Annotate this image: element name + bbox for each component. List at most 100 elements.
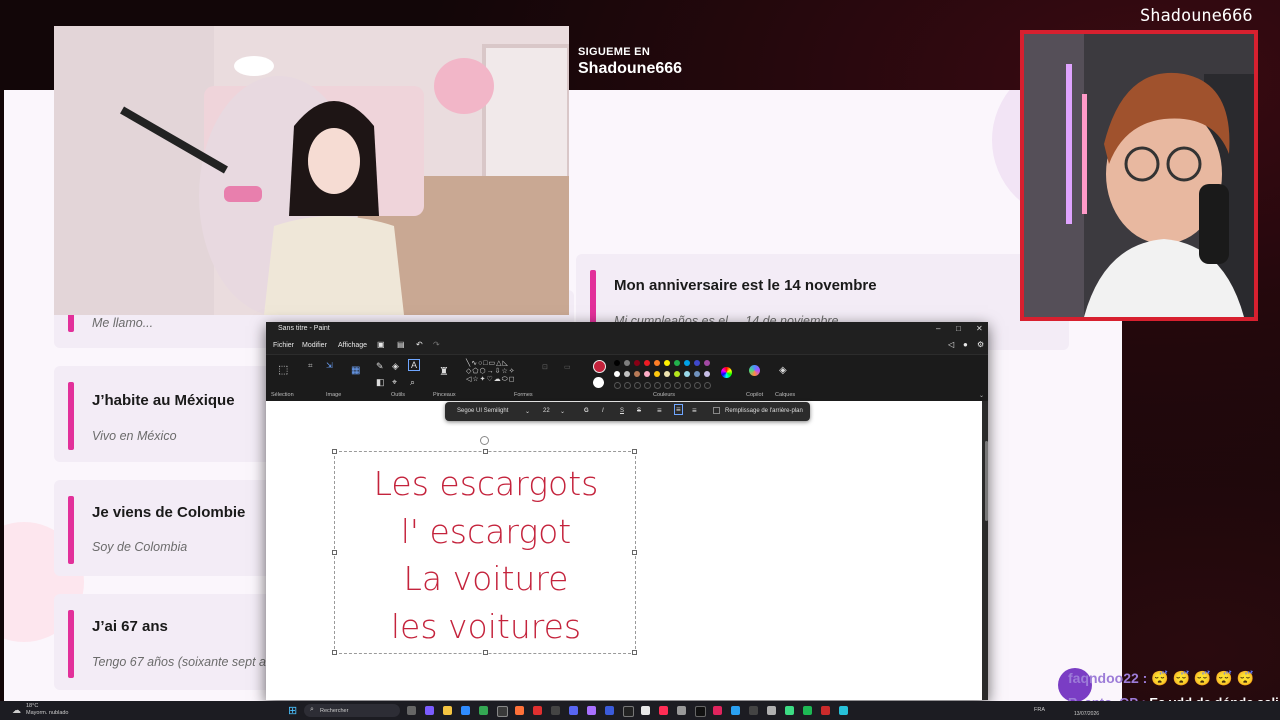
- resize-handle[interactable]: [332, 550, 337, 555]
- maximize-icon[interactable]: □: [956, 324, 961, 333]
- chrome-icon[interactable]: [479, 706, 488, 715]
- italic-button[interactable]: I: [602, 408, 604, 414]
- edit-colors-icon[interactable]: [721, 367, 732, 378]
- app-icon[interactable]: [551, 706, 560, 715]
- clock-date[interactable]: 13/07/2026: [1074, 711, 1099, 717]
- custom-swatch[interactable]: [654, 382, 661, 389]
- font-family-select[interactable]: Segoe UI Semilight: [457, 408, 508, 414]
- fill-icon[interactable]: ◈: [392, 361, 399, 372]
- firefox-icon[interactable]: [515, 706, 524, 715]
- color-swatch[interactable]: [624, 360, 630, 366]
- resize-handle[interactable]: [632, 449, 637, 454]
- chevron-down-icon[interactable]: ⌄: [525, 408, 530, 415]
- color-swatch[interactable]: [614, 371, 620, 377]
- chevron-down-icon[interactable]: ⌄: [979, 392, 984, 399]
- color-swatch[interactable]: [674, 371, 680, 377]
- align-left-icon[interactable]: ≡: [657, 406, 662, 415]
- drawing-canvas[interactable]: Les escargots l' escargot La voiture les…: [266, 401, 982, 700]
- text-box[interactable]: Les escargots l' escargot La voiture les…: [332, 449, 637, 655]
- align-right-icon[interactable]: ≡: [692, 406, 697, 415]
- copilot-icon[interactable]: [749, 365, 760, 376]
- file-explorer-icon[interactable]: [443, 706, 452, 715]
- app-icon[interactable]: [641, 706, 650, 715]
- color-swatch[interactable]: [664, 371, 670, 377]
- account-icon[interactable]: ●: [963, 340, 968, 349]
- undo-icon[interactable]: ↶: [416, 340, 423, 349]
- save-icon[interactable]: ▣: [377, 340, 385, 349]
- resize-handle[interactable]: [332, 650, 337, 655]
- color-swatch[interactable]: [644, 360, 650, 366]
- resize-icon[interactable]: ⇲: [326, 361, 333, 370]
- app-icon[interactable]: [821, 706, 830, 715]
- custom-swatch[interactable]: [644, 382, 651, 389]
- primary-color-swatch[interactable]: [593, 360, 606, 373]
- selection-icon[interactable]: ⬚: [278, 363, 288, 376]
- color-swatch[interactable]: [624, 371, 630, 377]
- menu-edit[interactable]: Modifier: [302, 342, 327, 349]
- app-icon[interactable]: [767, 706, 776, 715]
- custom-swatch[interactable]: [704, 382, 711, 389]
- custom-swatch[interactable]: [674, 382, 681, 389]
- custom-swatch[interactable]: [614, 382, 621, 389]
- taskbar-search[interactable]: ⌕ Rechercher: [304, 704, 400, 717]
- color-swatch[interactable]: [704, 360, 710, 366]
- color-swatch[interactable]: [654, 360, 660, 366]
- custom-swatch[interactable]: [694, 382, 701, 389]
- app-icon[interactable]: [659, 706, 668, 715]
- image-ai-icon[interactable]: ▦: [351, 365, 360, 376]
- color-swatch[interactable]: [694, 360, 700, 366]
- minimize-icon[interactable]: –: [936, 324, 940, 333]
- start-icon[interactable]: ⊞: [288, 704, 297, 717]
- menu-file[interactable]: Fichier: [273, 342, 294, 349]
- custom-swatch[interactable]: [624, 382, 631, 389]
- app-icon[interactable]: [749, 706, 758, 715]
- app-icon[interactable]: [713, 706, 722, 715]
- close-icon[interactable]: ✕: [976, 324, 983, 333]
- color-swatch[interactable]: [694, 371, 700, 377]
- app-icon[interactable]: [461, 706, 470, 715]
- resize-handle[interactable]: [332, 449, 337, 454]
- shapes-gallery[interactable]: ╲∿○□▭△◺ ◇⬠⬡→⇩☆✧ ◁☆✦♡☁⬭◻: [466, 359, 516, 384]
- rotate-handle-icon[interactable]: [480, 436, 489, 445]
- fill-shape-icon[interactable]: ▭: [564, 363, 571, 371]
- underline-button[interactable]: S: [620, 408, 624, 414]
- outline-icon[interactable]: ⊡: [542, 363, 548, 371]
- weather-icon[interactable]: ☁: [12, 705, 21, 716]
- secondary-color-swatch[interactable]: [593, 377, 604, 388]
- resize-handle[interactable]: [483, 650, 488, 655]
- resize-handle[interactable]: [632, 550, 637, 555]
- app-icon[interactable]: [623, 706, 634, 717]
- align-center-icon[interactable]: ≡: [674, 404, 683, 415]
- brush-icon[interactable]: ♜: [439, 365, 449, 378]
- color-swatch[interactable]: [634, 371, 640, 377]
- share-icon[interactable]: ◁: [948, 340, 954, 349]
- open-icon[interactable]: ▤: [397, 340, 405, 349]
- app-icon[interactable]: [587, 706, 596, 715]
- app-icon[interactable]: [605, 706, 614, 715]
- app-icon[interactable]: [425, 706, 434, 715]
- chevron-down-icon[interactable]: ⌄: [560, 408, 565, 415]
- custom-swatch[interactable]: [664, 382, 671, 389]
- app-icon[interactable]: [785, 706, 794, 715]
- text-tool-icon[interactable]: A: [408, 359, 421, 371]
- menu-view[interactable]: Affichage: [338, 342, 367, 349]
- paint-icon[interactable]: [497, 706, 508, 717]
- pencil-icon[interactable]: ✎: [376, 361, 384, 372]
- color-swatch[interactable]: [614, 360, 620, 366]
- font-size-select[interactable]: 22: [543, 408, 550, 414]
- resize-handle[interactable]: [632, 650, 637, 655]
- app-icon[interactable]: [839, 706, 848, 715]
- bold-button[interactable]: G: [584, 408, 589, 414]
- vertical-scrollbar[interactable]: [985, 441, 988, 521]
- eraser-icon[interactable]: ◧: [376, 377, 385, 388]
- app-icon[interactable]: [677, 706, 686, 715]
- app-icon[interactable]: [533, 706, 542, 715]
- discord-icon[interactable]: [569, 706, 578, 715]
- language-indicator[interactable]: FRA: [1034, 707, 1045, 713]
- color-swatch[interactable]: [704, 371, 710, 377]
- app-icon[interactable]: [803, 706, 812, 715]
- color-picker-icon[interactable]: ⌖: [392, 377, 397, 388]
- color-swatch[interactable]: [654, 371, 660, 377]
- custom-swatch[interactable]: [684, 382, 691, 389]
- strikethrough-button[interactable]: S: [637, 408, 641, 414]
